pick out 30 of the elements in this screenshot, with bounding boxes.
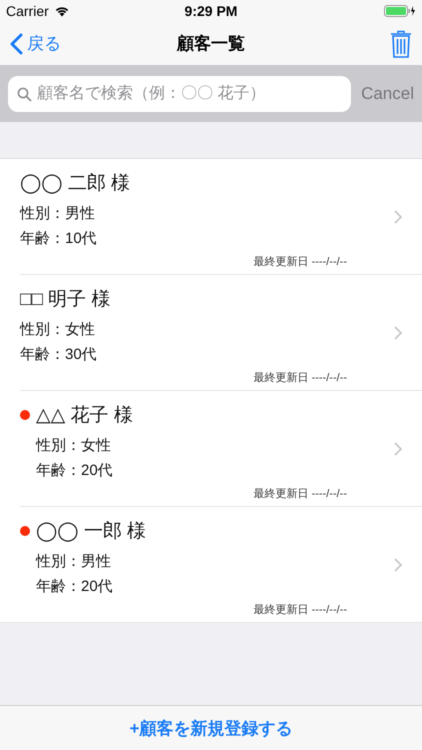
updated-date: 最終更新日 ----/--/-- (254, 370, 347, 385)
customer-name[interactable]: △△ 花子 様 (36, 402, 133, 428)
gender-label: 性別：男性 (20, 204, 96, 223)
customer-name[interactable]: ◯◯ 一郎 様 (36, 518, 146, 544)
chevron-icon (394, 210, 402, 224)
search-field[interactable]: 顧客名で検索（例：〇〇 花子） (8, 76, 352, 112)
back-chevron-icon (10, 32, 23, 54)
screen-title: 顧客一覧 (177, 33, 245, 55)
wifi-icon (54, 5, 70, 17)
updated-date: 最終更新日 ----/--/-- (254, 602, 347, 617)
age-label: 年齢：30代 (20, 345, 98, 364)
chevron-icon (394, 558, 402, 572)
chevron-icon (394, 326, 402, 340)
age-label: 年齢：20代 (36, 461, 114, 480)
battery-icon (384, 5, 416, 17)
trash-icon[interactable] (390, 30, 412, 58)
updated-date: 最終更新日 ----/--/-- (254, 486, 347, 501)
chevron-icon (394, 442, 402, 456)
back-button[interactable]: 戻る (10, 32, 90, 55)
gender-label: 性別：女性 (20, 320, 96, 339)
status-time: 9:29 PM (184, 3, 238, 19)
gender-label: 性別：男性 (36, 552, 112, 571)
customer-name[interactable]: ◯◯ 二郎 様 (20, 170, 130, 196)
gender-label: 性別：女性 (36, 436, 112, 455)
carrier-label: Carrier (6, 3, 49, 19)
age-label: 年齢：20代 (36, 577, 114, 596)
search-icon (17, 86, 32, 102)
age-label: 年齢：10代 (20, 229, 98, 248)
customer-name[interactable]: □□ 明子 様 (20, 286, 111, 312)
updated-date: 最終更新日 ----/--/-- (254, 254, 347, 269)
